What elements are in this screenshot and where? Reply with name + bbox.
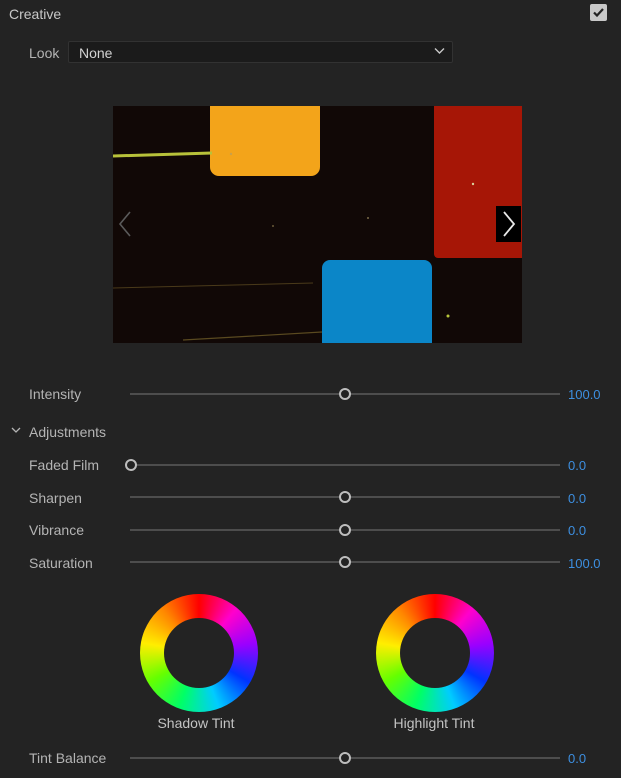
intensity-value[interactable]: 100.0 [568, 387, 601, 402]
sharpen-label: Sharpen [29, 490, 82, 506]
chevron-left-icon [118, 211, 131, 237]
intensity-slider-handle[interactable] [339, 388, 351, 400]
faded-film-label: Faded Film [29, 457, 100, 473]
saturation-value[interactable]: 100.0 [568, 556, 601, 571]
saturation-slider-handle[interactable] [339, 556, 351, 568]
prev-look-button[interactable] [113, 206, 137, 242]
sharpen-value[interactable]: 0.0 [568, 491, 586, 506]
adjustments-label: Adjustments [29, 424, 107, 440]
faded-film-slider-handle[interactable] [125, 459, 137, 471]
checkmark-icon [593, 8, 604, 18]
highlight-tint-label: Highlight Tint [393, 715, 475, 731]
chevron-down-icon [434, 48, 445, 54]
shadow-tint-wheel[interactable] [140, 594, 258, 712]
look-dropdown[interactable]: None [68, 41, 453, 63]
next-look-button[interactable] [496, 206, 521, 242]
chevron-down-icon [11, 427, 21, 433]
look-preview [113, 106, 522, 343]
shadow-tint-label: Shadow Tint [157, 715, 235, 731]
vibrance-value[interactable]: 0.0 [568, 523, 586, 538]
vibrance-slider-handle[interactable] [339, 524, 351, 536]
section-title: Creative [9, 6, 62, 22]
faded-film-slider-track[interactable] [130, 464, 560, 466]
look-value: None [79, 45, 113, 61]
vibrance-label: Vibrance [29, 522, 85, 538]
preview-image [113, 106, 522, 343]
tint-balance-slider-handle[interactable] [339, 752, 351, 764]
sharpen-slider-handle[interactable] [339, 491, 351, 503]
tint-balance-value[interactable]: 0.0 [568, 751, 586, 766]
tint-balance-label: Tint Balance [29, 750, 107, 766]
look-label: Look [29, 45, 60, 61]
intensity-label: Intensity [29, 386, 82, 402]
faded-film-value[interactable]: 0.0 [568, 458, 586, 473]
enable-checkbox[interactable] [590, 4, 607, 21]
saturation-label: Saturation [29, 555, 93, 571]
chevron-right-icon [503, 211, 516, 237]
highlight-tint-wheel[interactable] [376, 594, 494, 712]
creative-panel: Creative Look None Intensity 100.0 Adjus… [0, 0, 621, 778]
